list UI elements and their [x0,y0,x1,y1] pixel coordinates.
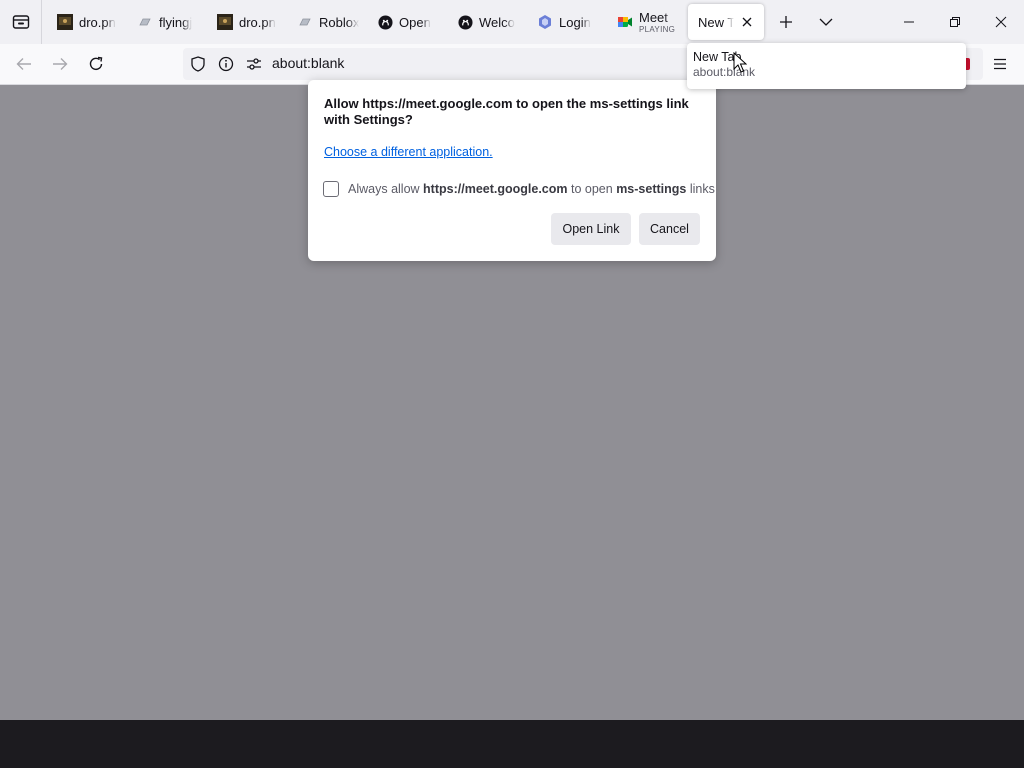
app-menu-button[interactable] [984,48,1016,80]
github-icon [377,14,393,30]
hexagon-logo-icon [537,14,553,30]
tab-label: Welco [479,14,515,30]
github-icon [457,14,473,30]
tab-label: dro.pn [79,14,116,30]
close-tab-button[interactable] [738,13,756,31]
close-window-button[interactable] [980,0,1022,44]
tab-open[interactable]: Open [365,4,443,40]
tab-label: Meet [639,10,668,25]
tab-login[interactable]: Login [525,4,603,40]
hamburger-menu-icon [994,58,1006,70]
reload-icon [89,56,103,70]
tab-tooltip: New Tab about:blank [687,43,966,89]
cloud-file-icon [297,14,313,30]
close-icon [742,17,752,27]
open-link-button[interactable]: Open Link [551,213,631,245]
cloud-file-icon [137,14,153,30]
tab-playing-label: PLAYING [639,24,676,34]
choose-different-application-link[interactable]: Choose a different application. [324,145,493,159]
tab-dro-2[interactable]: dro.pn [205,4,283,40]
dialog-title: Allow https://meet.google.com to open th… [324,96,689,127]
always-allow-row[interactable]: Always allow https://meet.google.com to … [323,181,715,197]
restore-button[interactable] [934,0,976,44]
plus-icon [780,16,792,28]
cancel-button[interactable]: Cancel [639,213,700,245]
list-all-tabs-button[interactable] [806,0,846,44]
permissions-icon[interactable] [244,54,264,74]
tab-meet[interactable]: Meet PLAYING [605,4,683,40]
open-external-link-dialog: Allow https://meet.google.com to open th… [308,80,716,261]
back-button[interactable] [8,48,40,80]
tab-dro-1[interactable]: dro.pn [45,4,123,40]
new-tab-button[interactable] [766,0,806,44]
google-meet-icon [617,14,633,30]
close-icon [995,16,1007,28]
firefox-view-icon [12,15,29,29]
info-icon[interactable] [216,54,236,74]
always-allow-checkbox[interactable] [323,181,339,197]
chevron-down-icon [819,18,833,26]
tab-label: Login [559,14,591,30]
reload-button[interactable] [80,48,112,80]
firefox-view-button[interactable] [0,0,42,44]
tab-roblox[interactable]: Roblox [285,4,363,40]
tab-strip: dro.pn flyingj dro.pn Roblox Open Welco [0,0,1024,44]
image-thumbnail-icon [57,14,73,30]
minimize-icon [904,21,914,23]
tab-flyingj[interactable]: flyingj [125,4,203,40]
taskbar [0,720,1024,768]
tab-label: Roblox [319,14,360,30]
forward-button[interactable] [44,48,76,80]
tab-label: New T [698,14,734,30]
always-allow-label: Always allow https://meet.google.com to … [348,182,715,196]
always-allow-scheme: ms-settings [616,182,687,196]
tab-label: flyingj [159,14,193,30]
tab-label: Open [399,14,431,30]
tab-welcome[interactable]: Welco [445,4,523,40]
always-allow-suffix: links [689,182,715,196]
always-allow-middle: to open [570,182,613,196]
arrow-left-icon [16,58,31,70]
url-text: about:blank [272,55,345,71]
mouse-cursor-icon [733,52,747,73]
tab-label: dro.pn [239,14,276,30]
always-allow-site: https://meet.google.com [423,182,568,196]
image-thumbnail-icon [217,14,233,30]
minimize-button[interactable] [888,0,930,44]
restore-icon [950,17,960,27]
tracking-protection-icon[interactable] [188,54,208,74]
tab-new-tab[interactable]: New T [688,4,764,40]
arrow-right-icon [53,58,68,70]
always-allow-prefix: Always allow [348,182,420,196]
